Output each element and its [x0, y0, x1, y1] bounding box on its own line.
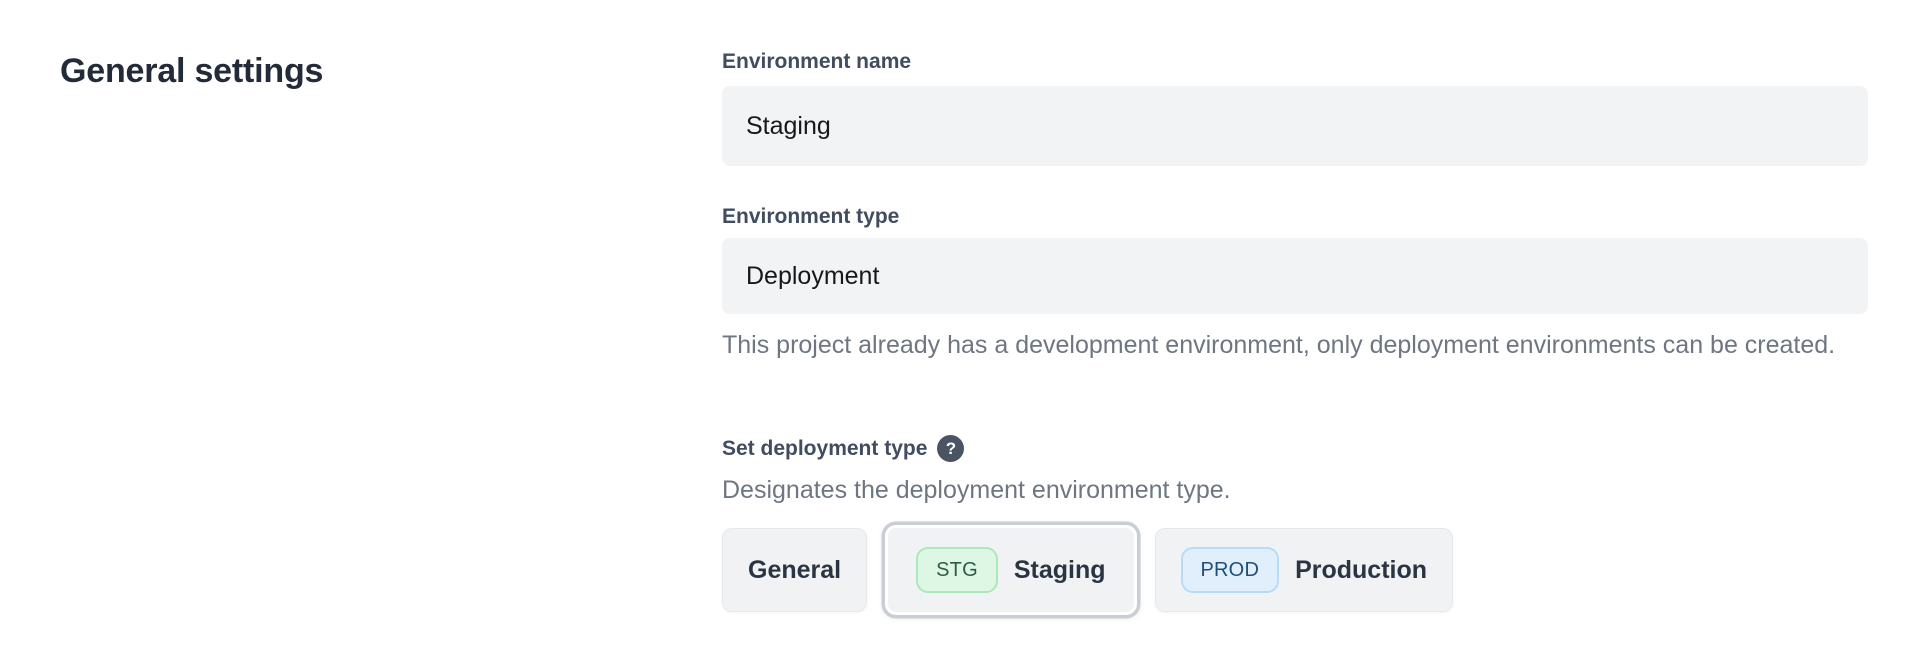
environment-name-input[interactable]: [722, 86, 1868, 166]
deployment-type-label-row: Set deployment type ?: [722, 435, 964, 462]
page-title: General settings: [60, 52, 323, 91]
set-deployment-type-label: Set deployment type: [722, 437, 927, 461]
staging-badge: STG: [916, 547, 998, 593]
deployment-type-option-staging[interactable]: STG Staging: [888, 528, 1133, 612]
option-label: Staging: [1014, 556, 1106, 585]
environment-type-help-text: This project already has a development e…: [722, 326, 1842, 364]
deployment-type-option-production[interactable]: PROD Production: [1155, 528, 1454, 612]
environment-type-label: Environment type: [722, 205, 899, 229]
deployment-type-description: Designates the deployment environment ty…: [722, 476, 1231, 505]
environment-settings-page: General settings Environment name Enviro…: [0, 0, 1916, 652]
deployment-type-options: General STG Staging PROD Production: [722, 521, 1453, 619]
question-mark-icon[interactable]: ?: [937, 435, 964, 462]
option-label: General: [748, 556, 841, 585]
option-label: Production: [1295, 556, 1427, 585]
environment-name-label: Environment name: [722, 50, 911, 74]
production-badge: PROD: [1181, 547, 1280, 593]
environment-type-input[interactable]: [722, 238, 1868, 314]
deployment-type-option-general[interactable]: General: [722, 528, 867, 612]
